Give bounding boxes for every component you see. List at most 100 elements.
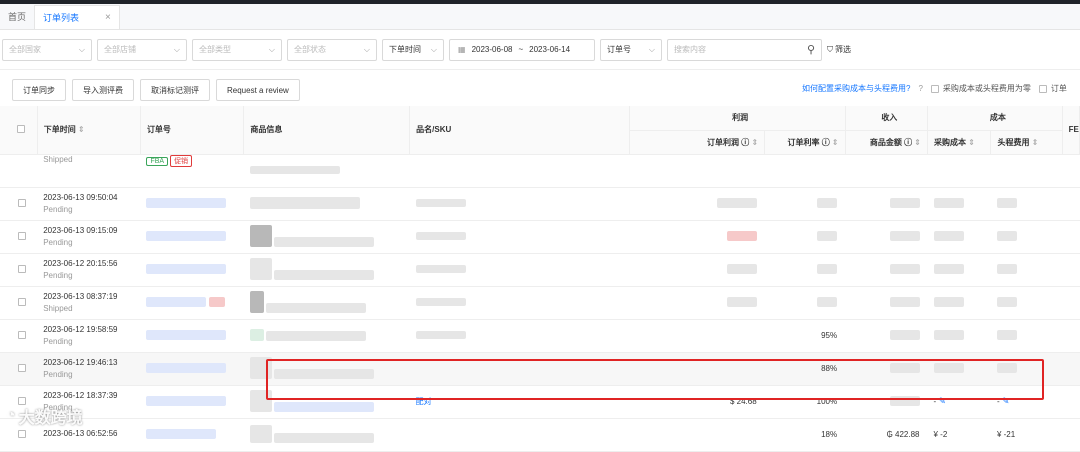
chevron-down-icon: ⌵ <box>78 44 85 54</box>
purchase-cost-cell <box>927 220 991 254</box>
search-input[interactable]: 搜索内容 ⚲ <box>667 38 822 61</box>
import-review-fee-button[interactable]: 导入测评费 <box>72 79 134 101</box>
chevron-down-icon: ⌵ <box>173 44 180 54</box>
row-checkbox[interactable] <box>17 264 26 273</box>
header-order-profit-label: 订单利润 <box>707 137 740 147</box>
header-order-time-label: 下单时间 <box>43 125 76 135</box>
order-no-cell <box>140 319 244 353</box>
first-leg-cell: ¥ -21 <box>990 418 1063 452</box>
blurred-value <box>933 230 964 241</box>
header-order-time[interactable]: 下单时间 ⇕ <box>37 106 141 155</box>
product-cell <box>243 286 410 320</box>
zero-cost-checkbox[interactable]: 采购成本或头程费用为零 <box>930 83 1031 94</box>
type-select-value: 全部类型 <box>199 45 231 54</box>
row-checkbox[interactable] <box>17 297 26 306</box>
select-all-header <box>0 106 38 155</box>
order-time-cell: 2023-06-12 19:46:13 Pending <box>37 352 141 386</box>
header-first-leg[interactable]: 头程费用 ⇕ <box>990 130 1063 155</box>
tab-bar: 首页 订单列表 × <box>0 4 1080 30</box>
search-field-select[interactable]: 订单号 ⌵ <box>600 38 662 61</box>
search-icon[interactable]: ⚲ <box>807 43 815 56</box>
product-cell <box>243 154 410 188</box>
sort-icon[interactable]: ⇕ <box>78 125 85 134</box>
select-all-checkbox[interactable] <box>17 124 26 133</box>
order-time-cell: Shipped <box>37 154 141 188</box>
checkbox-box <box>930 84 939 93</box>
table-row[interactable]: Shipped FBA 促销 <box>0 154 1080 188</box>
tab-home[interactable]: 首页 <box>0 5 34 29</box>
search-field-value: 订单号 <box>607 45 631 54</box>
blurred-image <box>249 257 272 280</box>
header-purchase-cost[interactable]: 采购成本 ⇕ <box>927 130 992 155</box>
table-row[interactable]: 2023-06-13 06:52:56 18% ₲ 422.88 ¥ -2 ¥ … <box>0 418 1080 452</box>
table-row[interactable]: 2023-06-13 08:37:19 Shipped <box>0 286 1080 320</box>
country-select[interactable]: 全部国家 ⌵ <box>2 38 92 61</box>
time-field-select[interactable]: 下单时间 ⌵ <box>382 38 444 61</box>
blurred-value <box>726 296 757 307</box>
table-row[interactable]: 2023-06-13 09:50:04 Pending <box>0 187 1080 221</box>
header-product-amount[interactable]: 商品金额 ⓘ ⇕ <box>845 130 929 155</box>
row-checkbox[interactable] <box>17 231 26 240</box>
order-checkbox[interactable]: 订单 <box>1038 83 1067 94</box>
header-profit-rate[interactable]: 订单利率 ⓘ ⇕ <box>764 130 846 155</box>
blurred-value <box>889 197 920 208</box>
tab-home-label: 首页 <box>8 12 27 22</box>
order-checkbox-label: 订单 <box>1050 84 1067 93</box>
date-range-picker[interactable]: ▦ 2023-06-08 ~ 2023-06-14 <box>449 38 595 61</box>
product-amount-cell: ₲ 422.88 <box>845 418 928 452</box>
config-cost-link[interactable]: 如何配置采购成本与头程费用? <box>802 83 910 94</box>
order-status: Pending <box>43 205 73 214</box>
blurred-sku <box>415 330 466 339</box>
product-cell <box>243 187 410 221</box>
row-checkbox[interactable] <box>17 198 26 207</box>
order-no-cell <box>140 352 244 386</box>
row-checkbox[interactable] <box>17 330 26 339</box>
table-row[interactable]: 2023-06-12 20:15:56 Pending <box>0 253 1080 287</box>
unmark-review-button[interactable]: 取消标记测评 <box>140 79 210 101</box>
close-icon[interactable]: × <box>105 6 111 30</box>
row-checkbox[interactable] <box>17 363 26 372</box>
blurred-value <box>996 197 1017 208</box>
type-select[interactable]: 全部类型 ⌵ <box>192 38 282 61</box>
purchase-cost-cell <box>927 253 991 287</box>
row-select-cell <box>0 220 38 254</box>
first-leg-cell <box>990 220 1063 254</box>
header-order-no: 订单号 <box>140 106 245 155</box>
blurred-order-no <box>146 263 227 274</box>
blurred-value <box>889 329 920 340</box>
order-no-cell <box>140 385 244 419</box>
filter-button[interactable]: ⛉ 筛选 <box>827 44 851 55</box>
sort-icon[interactable]: ⇕ <box>832 138 839 147</box>
table-row[interactable]: 2023-06-13 09:15:09 Pending <box>0 220 1080 254</box>
tab-order-list-label: 订单列表 <box>43 12 80 23</box>
row-checkbox[interactable] <box>17 429 26 438</box>
blurred-tag <box>208 296 225 307</box>
header-first-leg-label: 头程费用 <box>997 137 1030 147</box>
header-profit-group: 利润 <box>629 106 846 131</box>
header-order-profit[interactable]: 订单利润 ⓘ ⇕ <box>629 130 766 155</box>
search-placeholder: 搜索内容 <box>674 45 706 54</box>
tab-order-list[interactable]: 订单列表 × <box>34 5 120 29</box>
sort-icon[interactable]: ⇕ <box>1032 138 1039 147</box>
order-time: 2023-06-13 09:15:09 <box>43 226 118 235</box>
request-review-button[interactable]: Request a review <box>216 79 300 101</box>
action-options: 如何配置采购成本与头程费用? ? 采购成本或头程费用为零 订单 <box>802 83 1067 94</box>
blurred-image <box>249 328 264 341</box>
order-sync-button[interactable]: 订单同步 <box>12 79 66 101</box>
product-cell <box>243 319 410 353</box>
blurred-sku <box>415 198 466 207</box>
sort-icon[interactable]: ⇕ <box>968 138 975 147</box>
highlight-box <box>266 359 1044 400</box>
blurred-order-no <box>146 362 227 373</box>
blurred-value <box>996 329 1017 340</box>
order-profit-cell <box>629 187 765 221</box>
status-select[interactable]: 全部状态 ⌵ <box>287 38 377 61</box>
checkbox-box <box>1038 84 1047 93</box>
sort-icon[interactable]: ⇕ <box>914 138 921 147</box>
purchase-cost-cell <box>927 286 991 320</box>
store-select[interactable]: 全部店铺 ⌵ <box>97 38 187 61</box>
table-row[interactable]: 2023-06-12 19:58:59 Pending 95% <box>0 319 1080 353</box>
profit-rate-cell <box>764 220 846 254</box>
sort-icon[interactable]: ⇕ <box>751 138 758 147</box>
blurred-value <box>889 263 920 274</box>
